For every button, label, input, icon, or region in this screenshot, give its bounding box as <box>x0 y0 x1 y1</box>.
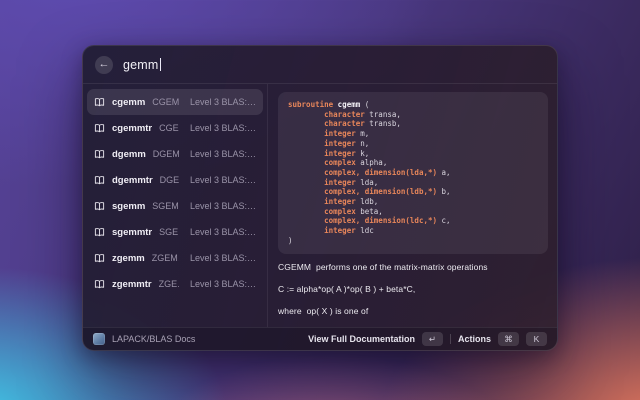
return-key-icon: ↵ <box>422 332 443 346</box>
code-line: complex, dimension(ldb,*) b, <box>288 187 538 197</box>
result-subtitle: SGE… <box>159 227 179 237</box>
result-name: cgemmtr <box>112 123 152 134</box>
result-name: sgemmtr <box>112 227 152 238</box>
code-line: integer ldb, <box>288 197 538 207</box>
k-key-icon: K <box>526 332 547 346</box>
launcher-window: ← gemm cgemm CGEM… Level 3 BLAS:… cgemmt… <box>82 45 558 351</box>
book-icon <box>94 253 105 264</box>
result-name: zgemmtr <box>112 279 152 290</box>
code-line: complex alpha, <box>288 158 538 168</box>
window-body: cgemm CGEM… Level 3 BLAS:… cgemmtr CGE… … <box>83 84 557 327</box>
result-subtitle: DGEM… <box>153 149 179 159</box>
result-accessory: Level 3 BLAS:… <box>186 201 256 211</box>
list-item[interactable]: zgemm ZGEM… Level 3 BLAS:… <box>87 245 263 271</box>
result-name: cgemm <box>112 97 145 108</box>
book-icon <box>94 97 105 108</box>
result-name: sgemm <box>112 201 145 212</box>
list-item[interactable]: sgemmtr SGE… Level 3 BLAS:… <box>87 219 263 245</box>
back-button[interactable]: ← <box>95 56 113 74</box>
description-text: CGEMM performs one of the matrix-matrix … <box>278 262 548 327</box>
list-item[interactable]: zgemmtr ZGE… Level 3 BLAS:… <box>87 271 263 297</box>
result-subtitle: ZGEM… <box>152 253 179 263</box>
code-line: integer k, <box>288 149 538 159</box>
result-subtitle: ZGE… <box>159 279 179 289</box>
footer-actions: View Full Documentation ↵ Actions ⌘ K <box>308 332 547 346</box>
result-accessory: Level 3 BLAS:… <box>186 279 256 289</box>
search-input[interactable]: gemm <box>123 58 161 72</box>
book-icon <box>94 201 105 212</box>
text-caret <box>160 58 162 71</box>
description-line: CGEMM performs one of the matrix-matrix … <box>278 262 548 272</box>
result-name: dgemmtr <box>112 175 153 186</box>
code-line: character transb, <box>288 119 538 129</box>
result-accessory: Level 3 BLAS:… <box>186 175 256 185</box>
code-line: character transa, <box>288 110 538 120</box>
extension-name: LAPACK/BLAS Docs <box>112 334 195 344</box>
result-subtitle: CGEM… <box>152 97 179 107</box>
search-query-text: gemm <box>123 58 159 72</box>
footer-divider <box>450 334 451 344</box>
result-subtitle: DGE… <box>160 175 179 185</box>
list-item[interactable]: cgemm CGEM… Level 3 BLAS:… <box>87 89 263 115</box>
result-accessory: Level 3 BLAS:… <box>186 227 256 237</box>
book-icon <box>94 227 105 238</box>
view-full-documentation-button[interactable]: View Full Documentation <box>308 334 415 344</box>
footer-bar: LAPACK/BLAS Docs View Full Documentation… <box>83 327 557 350</box>
code-line: integer m, <box>288 129 538 139</box>
list-item[interactable]: sgemm SGEM… Level 3 BLAS:… <box>87 193 263 219</box>
result-subtitle: CGE… <box>159 123 179 133</box>
list-item[interactable]: dgemm DGEM… Level 3 BLAS:… <box>87 141 263 167</box>
code-block: subroutine cgemm ( character transa, cha… <box>278 92 548 254</box>
list-item[interactable]: cgemmtr CGE… Level 3 BLAS:… <box>87 115 263 141</box>
result-accessory: Level 3 BLAS:… <box>186 123 256 133</box>
result-subtitle: SGEM… <box>152 201 179 211</box>
book-icon <box>94 123 105 134</box>
result-accessory: Level 3 BLAS:… <box>186 149 256 159</box>
book-icon <box>94 175 105 186</box>
detail-panel[interactable]: subroutine cgemm ( character transa, cha… <box>268 84 557 327</box>
code-line: subroutine cgemm ( <box>288 100 538 110</box>
command-key-icon: ⌘ <box>498 332 519 346</box>
code-line: complex beta, <box>288 207 538 217</box>
code-line: integer ldc <box>288 226 538 236</box>
result-list[interactable]: cgemm CGEM… Level 3 BLAS:… cgemmtr CGE… … <box>83 84 268 327</box>
code-line: complex, dimension(lda,*) a, <box>288 168 538 178</box>
result-name: dgemm <box>112 149 146 160</box>
code-line: complex, dimension(ldc,*) c, <box>288 216 538 226</box>
result-name: zgemm <box>112 253 145 264</box>
book-icon <box>94 279 105 290</box>
code-line: integer n, <box>288 139 538 149</box>
extension-icon <box>93 333 105 345</box>
result-accessory: Level 3 BLAS:… <box>186 253 256 263</box>
list-item[interactable]: dgemmtr DGE… Level 3 BLAS:… <box>87 167 263 193</box>
actions-button[interactable]: Actions <box>458 334 491 344</box>
back-arrow-icon: ← <box>99 59 110 70</box>
description-line: where op( X ) is one of <box>278 306 548 316</box>
code-line: integer lda, <box>288 178 538 188</box>
book-icon <box>94 149 105 160</box>
search-bar: ← gemm <box>83 46 557 84</box>
code-line: ) <box>288 236 538 246</box>
description-line: C := alpha*op( A )*op( B ) + beta*C, <box>278 284 548 294</box>
result-accessory: Level 3 BLAS:… <box>186 97 256 107</box>
